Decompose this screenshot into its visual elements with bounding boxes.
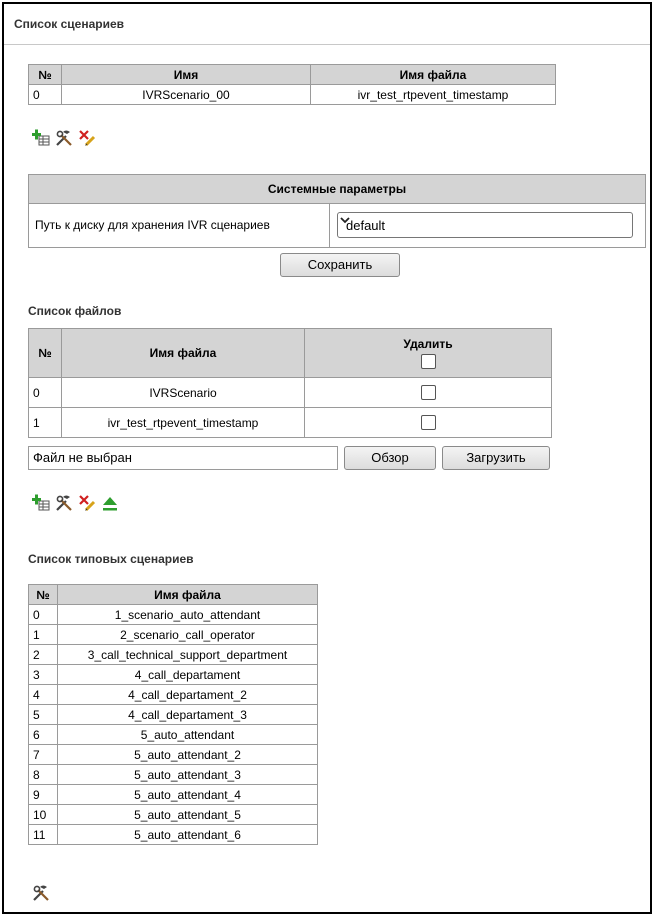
row-filename: ivr_test_rtpevent_timestamp [61,407,305,438]
disk-path-value: default [346,218,386,233]
delete-icon[interactable] [78,494,96,512]
row-num: 9 [28,784,58,805]
page-frame: Список сценариев № Имя Имя файла 0 IVRSc… [2,2,652,914]
tools-icon[interactable] [55,494,73,512]
row-num: 0 [28,377,62,408]
table-row[interactable]: 5 4_call_departament_3 [28,704,318,725]
table-row[interactable]: 1 2_scenario_call_operator [28,624,318,645]
row-filename: 5_auto_attendant_3 [57,764,318,785]
tools-icon[interactable] [55,129,73,147]
col-num: № [28,328,62,378]
delete-icon[interactable] [78,129,96,147]
row-num: 4 [28,684,58,705]
col-filename: Имя файла [57,584,318,605]
table-row[interactable]: 3 4_call_departament [28,664,318,685]
table-row[interactable]: 8 5_auto_attendant_3 [28,764,318,785]
disk-path-label: Путь к диску для хранения IVR сценариев [35,218,270,232]
table-row[interactable]: 0 1_scenario_auto_attendant [28,604,318,625]
tools-icon[interactable] [32,884,50,902]
delete-header-label: Удалить [403,336,453,351]
col-filename: Имя файла [61,328,305,378]
col-num: № [28,584,58,605]
table-row: 1 ivr_test_rtpevent_timestamp [28,407,552,438]
table-row[interactable]: 9 5_auto_attendant_4 [28,784,318,805]
row-filename: 2_scenario_call_operator [57,624,318,645]
row-filename: 5_auto_attendant_5 [57,804,318,825]
add-table-icon[interactable] [32,494,50,512]
scenario-list-title: Список сценариев [14,17,125,31]
row-filename: 3_call_technical_support_department [57,644,318,665]
file-list-title: Список файлов [28,304,122,318]
file-toolbar [32,494,119,512]
row-filename: 4_call_departament [57,664,318,685]
delete-checkbox[interactable] [420,385,436,401]
row-num: 6 [28,724,58,745]
divider [329,204,330,248]
row-num: 10 [28,804,58,825]
system-params-title: Системные параметры [29,175,645,204]
row-filename: 5_auto_attendant [57,724,318,745]
row-num: 11 [28,824,58,845]
file-table: № Имя файла Удалить 0 IVRScenario 1 ivr_… [28,328,552,438]
scenario-table: № Имя Имя файла 0 IVRScenario_00 ivr_tes… [28,64,556,105]
table-row[interactable]: 6 5_auto_attendant [28,724,318,745]
upload-arrow-icon[interactable] [101,494,119,512]
row-filename: 1_scenario_auto_attendant [57,604,318,625]
col-filename: Имя файла [310,64,556,85]
template-list-title: Список типовых сценариев [28,552,194,566]
table-row[interactable]: 11 5_auto_attendant_6 [28,824,318,845]
col-delete: Удалить [304,328,552,378]
browse-button[interactable]: Обзор [344,446,436,470]
system-params-panel: Системные параметры Путь к диску для хра… [28,174,646,248]
row-filename: 4_call_departament_2 [57,684,318,705]
table-row[interactable]: 2 3_call_technical_support_department [28,644,318,665]
scenario-toolbar [32,129,96,147]
table-row: 0 IVRScenario [28,377,552,408]
row-num: 5 [28,704,58,725]
template-toolbar [32,884,50,902]
row-filename: 4_call_departament_3 [57,704,318,725]
title-bar: Список сценариев [4,4,650,45]
row-filename: 5_auto_attendant_6 [57,824,318,845]
template-table: № Имя файла 0 1_scenario_auto_attendant 1 2… [28,584,318,845]
col-num: № [28,64,62,85]
disk-path-select[interactable]: default [337,212,633,238]
col-name: Имя [61,64,311,85]
row-filename: IVRScenario [61,377,305,408]
file-input[interactable]: Файл не выбран [28,446,338,470]
row-filename: 5_auto_attendant_2 [57,744,318,765]
row-num: 2 [28,644,58,665]
row-num: 1 [28,407,62,438]
save-button[interactable]: Сохранить [280,253,400,277]
row-filename: 5_auto_attendant_4 [57,784,318,805]
row-name[interactable]: IVRScenario_00 [61,84,311,105]
delete-checkbox[interactable] [420,415,436,431]
table-row[interactable]: 7 5_auto_attendant_2 [28,744,318,765]
upload-button[interactable]: Загрузить [442,446,550,470]
row-num: 8 [28,764,58,785]
table-row[interactable]: 10 5_auto_attendant_5 [28,804,318,825]
table-row[interactable]: 0 IVRScenario_00 ivr_test_rtpevent_times… [28,84,556,105]
row-num: 0 [28,84,62,105]
row-num: 0 [28,604,58,625]
row-num: 3 [28,664,58,685]
select-all-checkbox[interactable] [420,354,436,370]
table-row[interactable]: 4 4_call_departament_2 [28,684,318,705]
row-num: 1 [28,624,58,645]
row-num: 7 [28,744,58,765]
add-table-icon[interactable] [32,129,50,147]
row-filename: ivr_test_rtpevent_timestamp [310,84,556,105]
